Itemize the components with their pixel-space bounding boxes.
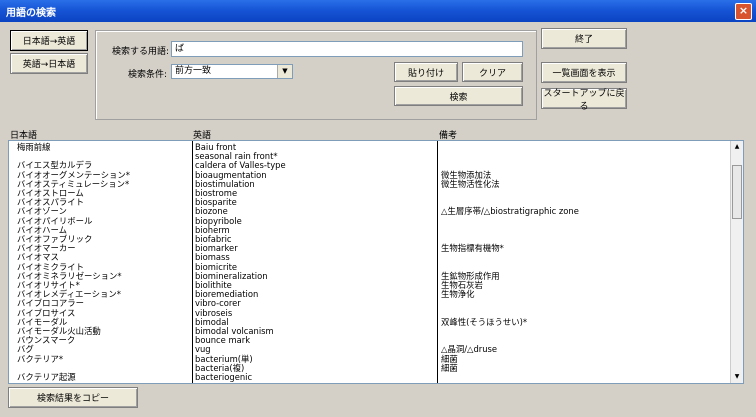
search-term-input[interactable]: ば: [171, 41, 523, 57]
close-button[interactable]: ×: [735, 3, 752, 20]
title-bar: 用語の検索 ×: [0, 0, 756, 22]
list-item[interactable]: バイオゾーン biozone △生層序帯/△biostratigraphic zon…: [9, 207, 743, 216]
paste-button[interactable]: 貼り付け: [394, 62, 458, 82]
list-item[interactable]: バイオパイリボール biopyribole: [9, 216, 743, 226]
list-item[interactable]: バイオレメディエーション* bioremediation 生物浄化: [9, 290, 743, 299]
scroll-down-icon[interactable]: ▼: [731, 371, 743, 383]
search-condition-label: 検索条件:: [128, 70, 168, 80]
list-item[interactable]: バイモーダル火山活動 bimodal volcanism: [9, 327, 743, 336]
cell-ja: 梅雨前線: [17, 142, 51, 152]
list-item[interactable]: バイブロコアラー vibro-corer: [9, 299, 743, 308]
list-item[interactable]: バイモーダル bimodal 双峰性(そうほうせい)*: [9, 316, 743, 327]
list-item[interactable]: バグ vug △晶洞/△druse: [9, 345, 743, 354]
mode-en-to-ja-button[interactable]: 英語→日本語: [10, 53, 88, 74]
list-item[interactable]: バイオハーム bioherm: [9, 225, 743, 235]
results-list[interactable]: 梅雨前線 Baiu front seasonal rain front* バイエス型カ…: [8, 140, 744, 384]
list-item[interactable]: バクテリア* bacterium(単) 細菌: [9, 353, 743, 364]
cell-note: 生物浄化: [441, 289, 475, 300]
vertical-scrollbar[interactable]: ▲ ▼: [730, 141, 743, 383]
list-item[interactable]: バイオミネラリゼーション* biomineralization 生鉱物形成作用: [9, 271, 743, 281]
cell-note: 双峰性(そうほうせい)*: [441, 316, 528, 327]
cell-note: 生物指標有機物*: [441, 243, 504, 254]
list-item[interactable]: バクテリア起源 bacteriogenic: [9, 373, 743, 382]
cell-en: bacteriogenic: [195, 372, 253, 382]
list-item[interactable]: バウンスマーク bounce mark: [9, 336, 743, 345]
list-item[interactable]: 梅雨前線 Baiu front: [9, 143, 743, 152]
clear-button[interactable]: クリア: [462, 62, 523, 82]
search-term-label: 検索する用語:: [112, 47, 170, 57]
cell-ja: バクテリア起源: [17, 372, 76, 382]
list-item[interactable]: バイオファブリック biofabric: [9, 235, 743, 244]
list-item[interactable]: bacteria(複) 細菌: [9, 362, 743, 373]
cell-note: 微生物活性化法: [441, 178, 500, 189]
search-button[interactable]: 検索: [394, 86, 523, 106]
search-condition-select[interactable]: 前方一致 ▼: [171, 64, 293, 79]
window-title: 用語の検索: [6, 8, 56, 19]
cell-note: △生層序帯/△biostratigraphic zone: [441, 206, 579, 217]
list-item[interactable]: バイオスパライト biosparite: [9, 198, 743, 207]
list-item[interactable]: バイオスティミュレーション* biostimulation 微生物活性化法: [9, 178, 743, 189]
list-item[interactable]: バイオマス biomass: [9, 253, 743, 262]
exit-button[interactable]: 終了: [541, 28, 627, 49]
list-item[interactable]: バイオストローム biostrome: [9, 189, 743, 198]
copy-results-button[interactable]: 検索結果をコピー: [8, 387, 138, 408]
mode-ja-to-en-button[interactable]: 日本語→英語: [10, 30, 88, 51]
chevron-down-icon[interactable]: ▼: [277, 65, 292, 78]
scroll-up-icon[interactable]: ▲: [731, 141, 743, 153]
list-view-button[interactable]: 一覧画面を表示: [541, 62, 627, 83]
cell-note: 細菌: [441, 362, 458, 373]
list-item[interactable]: バイブロサイス vibroseis: [9, 308, 743, 318]
list-item[interactable]: バイオマーカー biomarker 生物指標有機物*: [9, 244, 743, 253]
cell-ja: バクテリア*: [17, 353, 64, 364]
back-to-startup-button[interactable]: スタートアップに戻る: [541, 88, 627, 112]
search-condition-value: 前方一致: [175, 66, 212, 76]
list-item[interactable]: seasonal rain front*: [9, 152, 743, 161]
scrollbar-thumb[interactable]: [732, 165, 742, 219]
